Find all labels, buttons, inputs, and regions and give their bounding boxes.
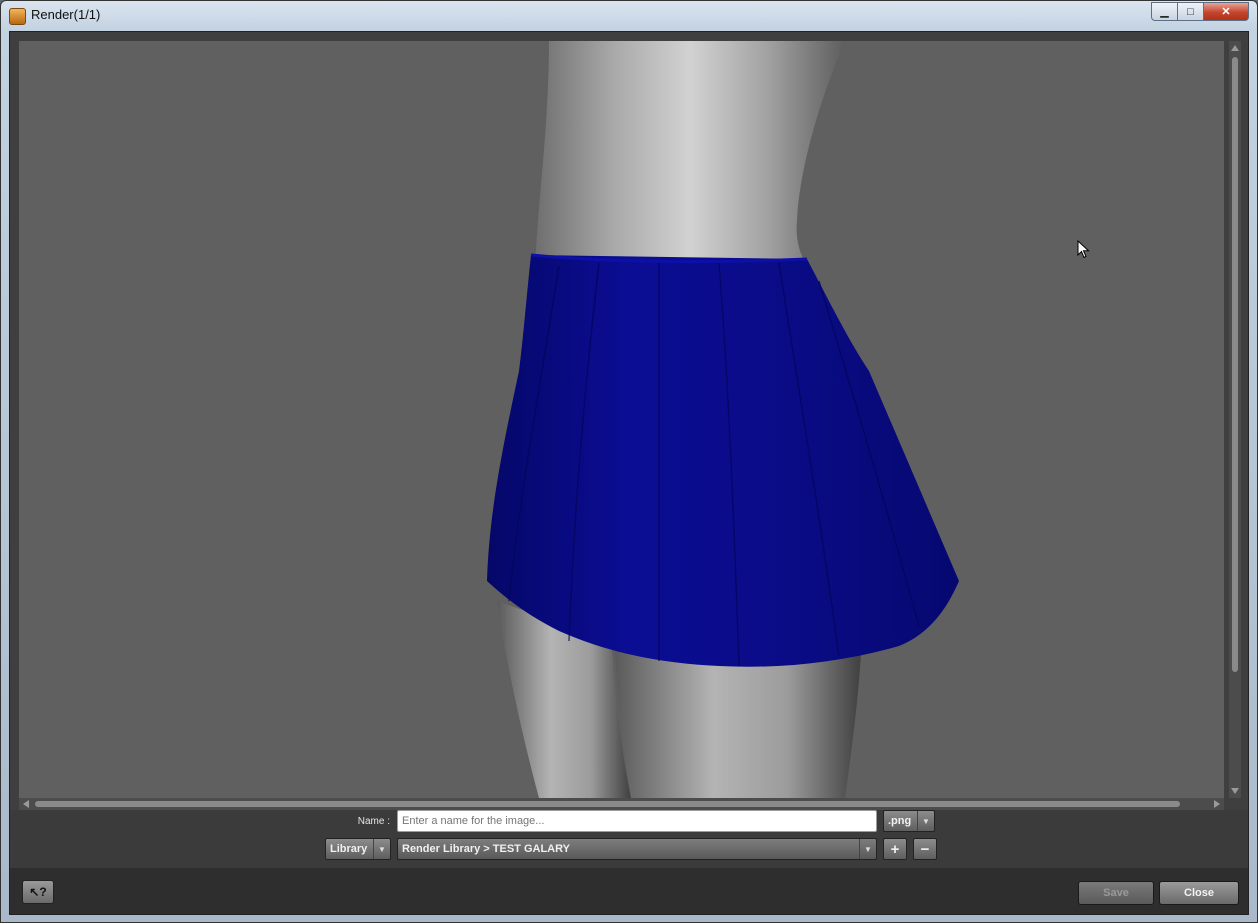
render-viewport[interactable] bbox=[19, 41, 1224, 798]
mouse-cursor-icon bbox=[1077, 240, 1090, 259]
vertical-scrollbar[interactable] bbox=[1229, 41, 1241, 798]
render-window: Render(1/1) ▁ □ ✕ Name: Enter a name fo… bbox=[0, 0, 1258, 923]
scroll-up-icon[interactable] bbox=[1231, 45, 1239, 51]
minimize-button[interactable]: ▁ bbox=[1151, 2, 1178, 21]
app-icon bbox=[9, 8, 26, 25]
chevron-down-icon: ▼ bbox=[917, 811, 934, 831]
plus-icon: + bbox=[890, 840, 900, 858]
scroll-left-icon[interactable] bbox=[23, 800, 29, 808]
chevron-down-icon: ▼ bbox=[859, 839, 876, 859]
save-button[interactable]: Save bbox=[1078, 881, 1154, 905]
minus-icon: − bbox=[920, 840, 930, 858]
library-dropdown[interactable]: Library ▼ bbox=[325, 838, 391, 860]
window-close-button[interactable]: ✕ bbox=[1203, 2, 1249, 21]
torso bbox=[535, 41, 845, 266]
help-button[interactable]: ↖? bbox=[22, 880, 54, 904]
render-image bbox=[487, 41, 959, 798]
dialog-footer: ↖? Save Close bbox=[10, 868, 1248, 914]
help-question-icon: ? bbox=[39, 885, 47, 899]
title-bar[interactable]: Render(1/1) ▁ □ ✕ bbox=[1, 1, 1257, 29]
add-folder-button[interactable]: + bbox=[883, 838, 907, 860]
help-cursor-icon: ↖ bbox=[29, 885, 40, 899]
scroll-right-icon[interactable] bbox=[1214, 800, 1220, 808]
format-value: .png bbox=[888, 815, 912, 827]
name-input[interactable] bbox=[397, 810, 877, 832]
right-leg bbox=[615, 651, 861, 798]
remove-folder-button[interactable]: − bbox=[913, 838, 937, 860]
window-title: Render(1/1) bbox=[31, 7, 101, 22]
library-value: Library bbox=[330, 843, 368, 855]
vertical-scroll-thumb[interactable] bbox=[1232, 57, 1238, 672]
minimize-icon: ▁ bbox=[1160, 6, 1169, 18]
close-button[interactable]: Close bbox=[1159, 881, 1239, 905]
close-icon: ✕ bbox=[1221, 6, 1231, 18]
name-label: Name : bbox=[357, 816, 390, 827]
save-controls: Name : .png ▼ Library ▼ Render Library >… bbox=[10, 810, 1248, 868]
client-area: Name : .png ▼ Library ▼ Render Library >… bbox=[9, 31, 1249, 915]
maximize-icon: □ bbox=[1187, 5, 1194, 18]
horizontal-scrollbar[interactable] bbox=[19, 798, 1224, 810]
horizontal-scroll-thumb[interactable] bbox=[35, 801, 1180, 807]
maximize-button[interactable]: □ bbox=[1177, 2, 1204, 21]
library-path-value: Render Library > TEST GALARY bbox=[402, 843, 570, 855]
format-dropdown[interactable]: .png ▼ bbox=[883, 810, 935, 832]
library-path-dropdown[interactable]: Render Library > TEST GALARY ▼ bbox=[397, 838, 877, 860]
scroll-down-icon[interactable] bbox=[1231, 788, 1239, 794]
chevron-down-icon: ▼ bbox=[373, 839, 390, 859]
